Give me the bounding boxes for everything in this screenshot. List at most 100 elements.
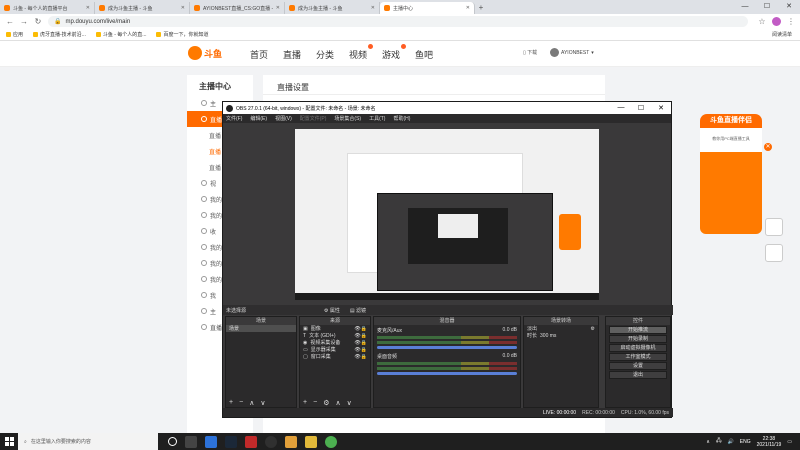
remove-icon[interactable]: − xyxy=(313,399,317,406)
task-view-icon[interactable] xyxy=(185,435,197,448)
promo-close-icon[interactable]: ✕ xyxy=(764,143,772,151)
menu-edit[interactable]: 编辑(E) xyxy=(250,115,267,122)
nav-video[interactable]: 视频 xyxy=(349,48,367,61)
source-item[interactable]: ▣ 图像 👁🔒 xyxy=(300,325,370,333)
taskbar-clock[interactable]: 22:38 2021/11/19 xyxy=(757,436,782,448)
nav-game[interactable]: 游戏 xyxy=(382,48,400,61)
visibility-lock-icon[interactable]: 👁🔒 xyxy=(354,347,370,353)
bookmark-apps[interactable]: 应用 xyxy=(6,31,23,38)
browser-tab-active[interactable]: 主播中心 ✕ xyxy=(380,2,475,14)
edge-icon[interactable] xyxy=(205,435,217,448)
volume-slider[interactable] xyxy=(377,346,517,349)
virtual-camera-button[interactable]: 启动虚拟摄像机 xyxy=(609,344,667,352)
chrome-icon[interactable] xyxy=(325,435,337,448)
exit-button[interactable]: 退出 xyxy=(609,371,667,379)
profile-avatar[interactable] xyxy=(772,17,781,26)
new-tab-button[interactable]: + xyxy=(475,2,487,14)
input-language[interactable]: ENG xyxy=(740,439,751,445)
maximize-button[interactable]: ☐ xyxy=(756,0,778,14)
bookmark-item[interactable]: 虎牙直播-技术前沿... xyxy=(33,31,86,38)
minimize-button[interactable]: — xyxy=(734,0,756,14)
transition-select[interactable]: 淡出 ⚙ xyxy=(524,325,598,333)
folder-icon[interactable] xyxy=(285,435,297,448)
menu-profile[interactable]: 配置文件(P) xyxy=(300,115,327,122)
notification-icon[interactable]: ▭ xyxy=(787,439,792,445)
obs-maximize-button[interactable]: ☐ xyxy=(631,104,651,112)
visibility-lock-icon[interactable]: 👁🔒 xyxy=(354,333,370,339)
close-tab-icon[interactable]: ✕ xyxy=(276,5,280,11)
file-explorer-icon[interactable] xyxy=(305,435,317,448)
close-button[interactable]: ✕ xyxy=(778,0,800,14)
taskbar-search[interactable]: ⌕ 在这里输入你要搜索的内容 xyxy=(18,433,158,450)
download-link[interactable]: ▯ 下载 xyxy=(523,49,537,56)
volume-slider[interactable] xyxy=(377,372,517,375)
obs-preview-canvas[interactable] xyxy=(295,129,599,300)
visibility-lock-icon[interactable]: 👁🔒 xyxy=(354,354,370,360)
add-icon[interactable]: + xyxy=(303,399,307,406)
close-tab-icon[interactable]: ✕ xyxy=(86,5,90,11)
gear-icon[interactable]: ⚙ xyxy=(591,326,598,332)
bookmark-item[interactable]: 百度一下，你就知道 xyxy=(156,31,209,38)
nav-home[interactable]: 首页 xyxy=(250,48,268,61)
properties-button[interactable]: ⚙ 属性 xyxy=(324,307,340,314)
forward-icon[interactable]: → xyxy=(20,17,28,26)
browser-tab[interactable]: 成为斗鱼主播 - 斗鱼 ✕ xyxy=(95,2,190,14)
source-item[interactable]: T 文本 (GDI+) 👁🔒 xyxy=(300,332,370,340)
reading-list[interactable]: 阅读清单 xyxy=(772,31,792,38)
duration-field[interactable]: 时长 300 ms xyxy=(524,332,598,340)
start-streaming-button[interactable]: 开始推流 xyxy=(609,326,667,334)
steam-icon[interactable] xyxy=(225,435,237,448)
menu-scene-collection[interactable]: 场景集合(S) xyxy=(334,115,361,122)
companion-promo[interactable]: 斗鱼直播伴侣 教你用PC端直播工具 xyxy=(700,114,762,236)
nav-yuba[interactable]: 鱼吧 xyxy=(415,48,433,61)
menu-icon[interactable]: ⋮ xyxy=(787,17,795,26)
start-recording-button[interactable]: 开始录制 xyxy=(609,335,667,343)
tray-chevron-icon[interactable]: ∧ xyxy=(706,439,710,445)
source-item[interactable]: ▢ 窗口采集 👁🔒 xyxy=(300,353,370,361)
network-icon[interactable]: 🖧 xyxy=(716,438,722,446)
user-menu[interactable]: AYIONBEST ▾ xyxy=(550,48,594,57)
cortana-icon[interactable] xyxy=(168,437,177,446)
gear-icon[interactable]: ⚙ xyxy=(323,399,329,407)
float-button-icon[interactable] xyxy=(765,244,783,262)
reload-icon[interactable]: ↻ xyxy=(34,17,42,26)
studio-mode-button[interactable]: 工作室模式 xyxy=(609,353,667,361)
filters-button[interactable]: ▤ 滤镜 xyxy=(350,307,366,314)
windows-start-button[interactable] xyxy=(0,433,18,450)
back-icon[interactable]: ← xyxy=(6,17,14,26)
obs-minimize-button[interactable]: — xyxy=(611,104,631,112)
remove-icon[interactable]: − xyxy=(239,399,243,406)
nav-live[interactable]: 直播 xyxy=(283,48,301,61)
bookmark-star-icon[interactable]: ☆ xyxy=(758,17,766,26)
source-item[interactable]: ◉ 视频采集设备 👁🔒 xyxy=(300,339,370,347)
float-button-icon[interactable] xyxy=(765,218,783,236)
netease-icon[interactable] xyxy=(245,435,257,448)
browser-tab[interactable]: 斗鱼 - 每个人的直播平台 ✕ xyxy=(0,2,95,14)
move-up-icon[interactable]: ∧ xyxy=(335,399,340,407)
nav-category[interactable]: 分类 xyxy=(316,48,334,61)
settings-button[interactable]: 设置 xyxy=(609,362,667,370)
obs-taskbar-icon[interactable] xyxy=(265,435,277,448)
move-down-icon[interactable]: ∨ xyxy=(260,399,265,407)
volume-icon[interactable]: 🔊 xyxy=(728,439,734,445)
add-icon[interactable]: + xyxy=(229,399,233,406)
menu-help[interactable]: 帮助(H) xyxy=(393,115,410,122)
menu-view[interactable]: 视图(V) xyxy=(275,115,292,122)
menu-file[interactable]: 文件(F) xyxy=(226,115,242,122)
visibility-lock-icon[interactable]: 👁🔒 xyxy=(354,326,370,332)
browser-tab[interactable]: AYIONBEST直播_CS:GO直播 - 斗鱼✕ xyxy=(190,2,285,14)
visibility-lock-icon[interactable]: 👁🔒 xyxy=(354,340,370,346)
source-item[interactable]: ▭ 显示器采集 👁🔒 xyxy=(300,346,370,354)
obs-close-button[interactable]: ✕ xyxy=(651,104,671,112)
close-tab-icon[interactable]: ✕ xyxy=(466,5,470,11)
url-input[interactable]: 🔒 mp.douyu.com/live/main xyxy=(48,16,748,27)
menu-tools[interactable]: 工具(T) xyxy=(369,115,385,122)
close-tab-icon[interactable]: ✕ xyxy=(181,5,185,11)
move-down-icon[interactable]: ∨ xyxy=(347,399,352,407)
move-up-icon[interactable]: ∧ xyxy=(249,399,254,407)
close-tab-icon[interactable]: ✕ xyxy=(371,5,375,11)
douyu-logo[interactable]: 斗鱼 xyxy=(188,45,230,61)
scene-item[interactable]: 场景 xyxy=(226,325,296,332)
browser-tab[interactable]: 成为斗鱼主播 - 斗鱼 ✕ xyxy=(285,2,380,14)
bookmark-item[interactable]: 斗鱼 - 每个人的直... xyxy=(95,31,146,38)
